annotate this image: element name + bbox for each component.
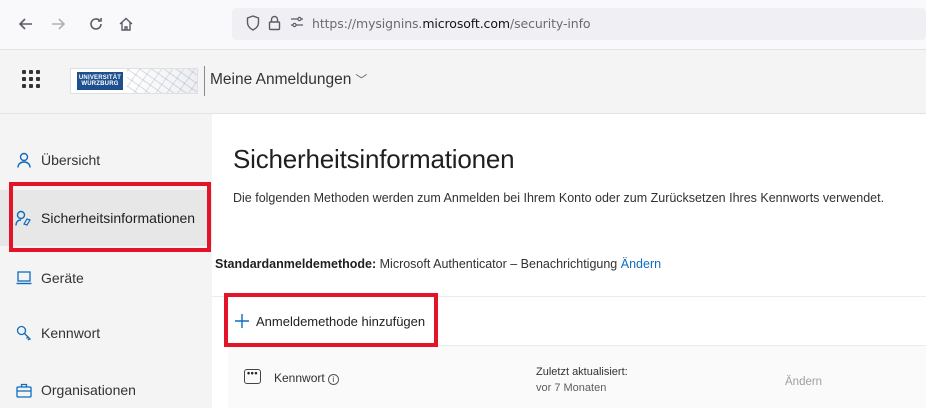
url-text[interactable]: https://mysignins.microsoft.com/security… (312, 16, 591, 31)
app-launcher-icon[interactable] (22, 70, 40, 88)
header-divider (204, 66, 205, 96)
sidebar-item-overview[interactable]: Übersicht (0, 132, 212, 188)
sidebar-item-devices[interactable]: Geräte (0, 250, 212, 306)
last-updated-label: Zuletzt aktualisiert: (536, 366, 628, 378)
sidebar-item-label: Organisationen (41, 382, 136, 398)
app-header: UNIVERSITÄT WÜRZBURG Meine Anmeldungen ﹀ (0, 50, 926, 114)
info-icon[interactable]: i (327, 374, 339, 385)
sidebar-item-label: Übersicht (41, 152, 101, 168)
change-default-method-link[interactable]: Ändern (621, 257, 661, 271)
sidebar-item-organizations[interactable]: Organisationen (0, 362, 212, 408)
browser-toolbar: https://mysignins.microsoft.com/security… (0, 0, 926, 50)
page-description: Die folgenden Methoden werden zum Anmeld… (233, 191, 885, 205)
logo-map-graphic (127, 69, 197, 93)
forward-arrow-icon[interactable] (46, 12, 70, 36)
reload-icon[interactable] (84, 12, 108, 36)
method-row-password: ••• Kennwort i Zuletzt aktualisiert: vor … (228, 345, 926, 408)
permissions-icon[interactable] (290, 15, 304, 33)
security-info-icon (15, 210, 33, 226)
sidebar-item-label: Kennwort (41, 325, 101, 341)
sidebar-item-password[interactable]: Kennwort (0, 305, 212, 361)
password-dots-icon: ••• (244, 369, 261, 384)
address-bar[interactable]: https://mysignins.microsoft.com/security… (232, 8, 926, 40)
add-method-label: Anmeldemethode hinzufügen (256, 314, 426, 329)
default-sign-in-method: Standardanmeldemethode: Microsoft Authen… (215, 257, 661, 271)
sidebar-item-label: Sicherheitsinformationen (41, 210, 196, 226)
page-title: Sicherheitsinformationen (233, 144, 515, 174)
briefcase-icon (15, 383, 33, 398)
logo-mark: UNIVERSITÄT WÜRZBURG (77, 72, 123, 90)
app-title-dropdown[interactable]: Meine Anmeldungen ﹀ (210, 71, 367, 89)
home-icon[interactable] (114, 12, 138, 36)
method-name: Kennwort i (274, 371, 339, 385)
last-updated-value: vor 7 Monaten (536, 382, 607, 394)
plus-icon (234, 313, 250, 330)
change-password-link[interactable]: Ändern (785, 376, 822, 388)
sidebar-item-label: Geräte (41, 270, 84, 286)
person-icon (15, 152, 33, 168)
laptop-icon (15, 271, 33, 285)
shield-icon[interactable] (246, 15, 260, 35)
lock-icon[interactable] (268, 15, 281, 35)
divider (212, 296, 926, 297)
add-sign-in-method-button[interactable]: Anmeldemethode hinzufügen (234, 313, 425, 330)
key-icon (15, 325, 33, 341)
back-arrow-icon[interactable] (14, 12, 38, 36)
sidebar: Übersicht Sicherheitsinformationen Gerät… (0, 114, 212, 408)
chevron-down-icon: ﹀ (355, 73, 368, 87)
university-logo: UNIVERSITÄT WÜRZBURG (70, 68, 198, 94)
sidebar-item-security-info[interactable]: Sicherheitsinformationen (0, 190, 212, 246)
default-method-value: Microsoft Authenticator – Benachrichtigu… (379, 257, 618, 271)
default-method-label: Standardanmeldemethode: (215, 257, 377, 271)
